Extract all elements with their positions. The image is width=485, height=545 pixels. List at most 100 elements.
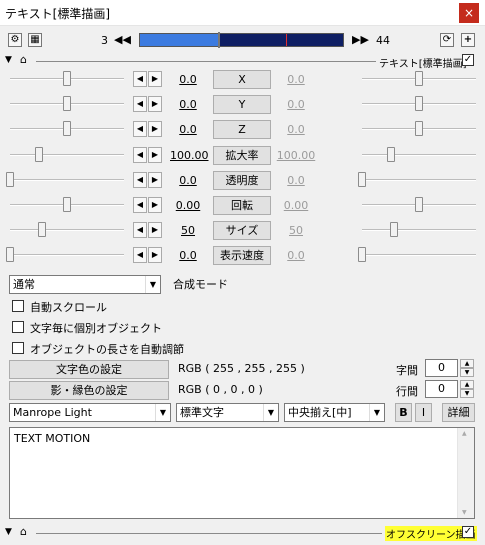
start-value[interactable]: 0.00 — [170, 199, 206, 212]
end-value[interactable]: 100.00 — [276, 149, 316, 162]
right-slider-handle[interactable] — [387, 147, 395, 162]
left-slider-handle[interactable] — [6, 172, 14, 187]
increment-button[interactable]: ▶ — [148, 96, 162, 112]
property-5-button[interactable]: 回転 — [213, 196, 271, 215]
footer-mouse-icon[interactable]: ⌂ — [20, 525, 27, 538]
property-1-button[interactable]: Y — [213, 95, 271, 114]
auto-length-checkbox[interactable] — [12, 342, 24, 354]
text-color-value: RGB ( 255 , 255 , 255 ) — [178, 362, 305, 375]
property-0-button[interactable]: X — [213, 70, 271, 89]
increment-button[interactable]: ▶ — [148, 197, 162, 213]
increment-button[interactable]: ▶ — [148, 222, 162, 238]
alignment-select[interactable]: 中央揃え[中] ▼ — [284, 403, 385, 422]
scroll-up-icon[interactable]: ▲ — [462, 430, 467, 437]
offscreen-checkbox[interactable]: ✓ — [462, 526, 474, 538]
decrement-button[interactable]: ◀ — [133, 71, 147, 87]
font-family-select[interactable]: Manrope Light ▼ — [9, 403, 171, 422]
end-value[interactable]: 0.00 — [276, 199, 316, 212]
char-spacing-up-icon[interactable]: ▲ — [460, 359, 474, 368]
bold-button[interactable]: B — [395, 403, 412, 422]
seek-handle[interactable] — [218, 32, 220, 48]
grid-icon[interactable]: ▦ — [28, 33, 42, 47]
start-value[interactable]: 0.0 — [170, 98, 206, 111]
prev-frame-icon[interactable]: ◀◀ — [114, 33, 131, 46]
decrement-button[interactable]: ◀ — [133, 121, 147, 137]
end-value[interactable]: 0.0 — [276, 174, 316, 187]
left-slider-handle[interactable] — [38, 222, 46, 237]
left-slider-handle[interactable] — [63, 197, 71, 212]
italic-button[interactable]: I — [415, 403, 432, 422]
decrement-button[interactable]: ◀ — [133, 172, 147, 188]
right-slider-handle[interactable] — [415, 96, 423, 111]
left-slider-handle[interactable] — [63, 96, 71, 111]
text-input[interactable]: TEXT MOTION ▲ ▼ — [9, 427, 475, 519]
property-6-button[interactable]: サイズ — [213, 221, 271, 240]
right-slider-track — [362, 179, 476, 181]
text-color-button[interactable]: 文字色の設定 — [9, 360, 169, 379]
start-value[interactable]: 100.00 — [170, 149, 209, 162]
alignment-value: 中央揃え[中] — [288, 406, 352, 419]
refresh-icon[interactable]: ⟳ — [440, 33, 454, 47]
start-value[interactable]: 0.0 — [170, 123, 206, 136]
decrement-button[interactable]: ◀ — [133, 96, 147, 112]
text-scrollbar[interactable]: ▲ ▼ — [457, 428, 474, 518]
line-spacing-input[interactable]: 0 — [425, 380, 458, 398]
increment-button[interactable]: ▶ — [148, 121, 162, 137]
left-slider-handle[interactable] — [63, 121, 71, 136]
next-frame-icon[interactable]: ▶▶ — [352, 33, 369, 46]
end-value[interactable]: 0.0 — [276, 249, 316, 262]
shadow-color-button[interactable]: 影・縁色の設定 — [9, 381, 169, 400]
increment-button[interactable]: ▶ — [148, 247, 162, 263]
end-value[interactable]: 50 — [276, 224, 316, 237]
start-value[interactable]: 0.0 — [170, 249, 206, 262]
end-frame: 44 — [376, 34, 390, 47]
left-slider-track — [10, 154, 124, 156]
char-spacing-input[interactable]: 0 — [425, 359, 458, 377]
end-value[interactable]: 0.0 — [276, 98, 316, 111]
property-4-button[interactable]: 透明度 — [213, 171, 271, 190]
right-slider-handle[interactable] — [415, 197, 423, 212]
property-2-button[interactable]: Z — [213, 120, 271, 139]
char-spacing-down-icon[interactable]: ▼ — [460, 368, 474, 377]
seek-bar[interactable] — [139, 32, 344, 48]
line-spacing-up-icon[interactable]: ▲ — [460, 380, 474, 389]
scroll-down-icon[interactable]: ▼ — [462, 509, 467, 516]
auto-scroll-checkbox[interactable] — [12, 300, 24, 312]
right-slider-handle[interactable] — [390, 222, 398, 237]
end-value[interactable]: 0.0 — [276, 73, 316, 86]
footer-divider — [36, 533, 382, 534]
auto-length-label: オブジェクトの長さを自動調節 — [30, 343, 184, 356]
start-value[interactable]: 50 — [170, 224, 206, 237]
collapse-icon[interactable]: ▼ — [5, 55, 12, 65]
add-filter-icon[interactable]: + — [461, 33, 475, 47]
property-7-button[interactable]: 表示速度 — [213, 246, 271, 265]
font-style-select[interactable]: 標準文字 ▼ — [176, 403, 279, 422]
property-3-button[interactable]: 拡大率 — [213, 146, 271, 165]
per-char-object-checkbox[interactable] — [12, 321, 24, 333]
decrement-button[interactable]: ◀ — [133, 197, 147, 213]
decrement-button[interactable]: ◀ — [133, 147, 147, 163]
left-slider-handle[interactable] — [63, 71, 71, 86]
right-slider-handle[interactable] — [358, 247, 366, 262]
blend-mode-select[interactable]: 通常 ▼ — [9, 275, 161, 294]
detail-button[interactable]: 詳細 — [442, 403, 475, 422]
line-spacing-down-icon[interactable]: ▼ — [460, 389, 474, 398]
right-slider-handle[interactable] — [415, 121, 423, 136]
increment-button[interactable]: ▶ — [148, 172, 162, 188]
camera-icon[interactable]: ⚙ — [8, 33, 22, 47]
mouse-icon[interactable]: ⌂ — [20, 53, 27, 66]
right-slider-handle[interactable] — [358, 172, 366, 187]
increment-button[interactable]: ▶ — [148, 147, 162, 163]
decrement-button[interactable]: ◀ — [133, 247, 147, 263]
filter-enable-checkbox[interactable]: ✓ — [462, 54, 474, 66]
footer-collapse-icon[interactable]: ▼ — [5, 527, 12, 537]
increment-button[interactable]: ▶ — [148, 71, 162, 87]
left-slider-handle[interactable] — [35, 147, 43, 162]
decrement-button[interactable]: ◀ — [133, 222, 147, 238]
start-value[interactable]: 0.0 — [170, 73, 206, 86]
end-value[interactable]: 0.0 — [276, 123, 316, 136]
start-value[interactable]: 0.0 — [170, 174, 206, 187]
left-slider-handle[interactable] — [6, 247, 14, 262]
right-slider-handle[interactable] — [415, 71, 423, 86]
close-button[interactable]: × — [459, 3, 479, 23]
